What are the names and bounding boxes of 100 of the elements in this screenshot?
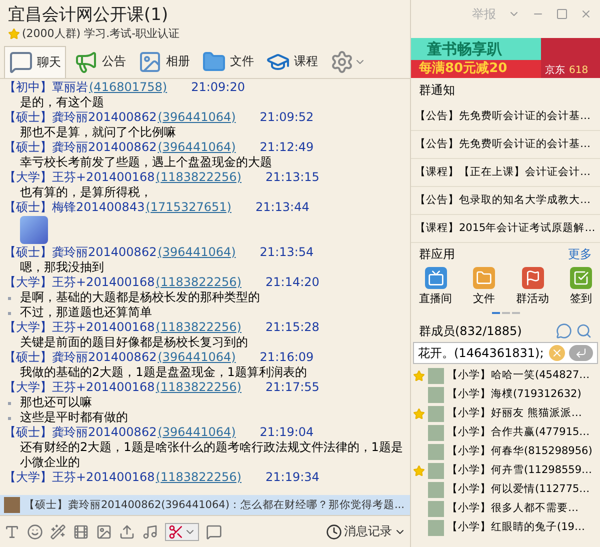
avatar-placeholder [428,500,444,516]
qq-number-link[interactable]: (396441064) [158,350,236,365]
message-text: 也有算的，是算所得税， [20,185,152,200]
member-item[interactable]: 【小学】好丽友 熊猫派派… [411,404,600,423]
tab[interactable]: 课程 [262,46,322,78]
message-time: 21:12:49 [260,140,314,155]
megaphone-icon [74,50,98,74]
message-text: 那也不是算，就问了个比例嘛 [20,125,176,140]
member-item[interactable]: 【小学】海樸(719312632) [411,385,600,404]
notice-item[interactable]: 【课程】【正在上课】会计证会计… [411,159,600,187]
member-search-field[interactable]: 花开。(1464361831); [413,342,598,364]
message-preview: 【硕士】龚玲丽201400862(396441064)：怎么都在财经哪？那你觉得考题... [24,498,404,512]
qq-number-link[interactable]: (1183822256) [156,470,242,485]
sender-name: 【硕士】龚玲丽201400862 [4,245,157,260]
chat-bubble-icon[interactable] [556,323,572,339]
message-time: 21:09:20 [191,80,245,95]
app-button[interactable]: 签到 [570,267,592,306]
chat-icon [9,50,33,74]
message-time: 21:13:54 [260,245,314,260]
message-time: 21:17:55 [266,380,320,395]
tab[interactable]: 文件 [198,46,258,78]
ad-offer: 每满80元减20 [411,60,541,78]
tab[interactable]: 公告 [70,46,130,78]
sender-name: 【硕士】梅锋201400843 [4,200,145,215]
sender-name: 【大学】王芬+201400168 [4,380,155,395]
member-name: 【小学】红眼睛的兔子(19… [447,520,585,535]
app-button[interactable]: 文件 [473,267,495,306]
clock-icon [326,524,342,540]
qq-number-link[interactable]: (416801758) [89,80,168,95]
avatar-placeholder [428,424,444,440]
qq-number-link[interactable]: (1715327651) [146,200,232,215]
upload-icon[interactable] [119,524,135,540]
message-text: 这些是平时都有做的 [20,410,128,425]
member-item[interactable]: 【小学】何以爱情(112775… [411,480,600,499]
screenshot-button[interactable] [165,522,199,540]
video-icon[interactable] [73,524,89,540]
notice-item[interactable]: 【公告】先免费听会计证的会计基… [411,131,600,159]
qq-number-link[interactable]: (1183822256) [156,170,242,185]
picture-icon [138,50,162,74]
message-text: 还有财经的2大题，1题是啥张什么的题考啥行政法规文件法律的，1题是小微企业的 [20,440,404,470]
group-info: (2000人群) 学习.考试-职业认证 [22,26,180,41]
message-time: 21:19:04 [260,425,314,440]
qq-number-link[interactable]: (396441064) [158,245,236,260]
notice-item[interactable]: 【公告】先免费听会计证的会计基… [411,103,600,131]
search-icon[interactable] [576,323,592,339]
notice-item[interactable]: 【公告】包录取的知名大学成教大… [411,187,600,215]
member-item[interactable]: 【小学】很多人都不需要… [411,499,600,518]
message-text: 我做的基础的2大题，1题是盘盈现金，1题算利润表的 [20,365,307,380]
more-link[interactable]: 更多 [568,247,592,262]
member-name: 【小学】何以爱情(112775… [447,482,590,497]
section-title: 群成员(832/1885) [419,324,522,338]
tab[interactable]: 相册 [134,46,194,78]
message-time: 21:13:44 [255,200,310,215]
qq-number-link[interactable]: (396441064) [158,140,236,155]
member-item[interactable]: 【小学】何卉雪(11298559… [411,461,600,480]
member-name: 【小学】海樸(719312632) [447,387,582,402]
avatar-placeholder [428,444,444,460]
member-name: 【小学】何卉雪(11298559… [447,463,592,478]
wand-icon[interactable] [50,524,66,540]
scissors-icon [168,524,184,540]
chat-icon[interactable] [206,524,222,540]
section-title: 群应用 [419,247,455,262]
font-icon[interactable] [4,524,20,540]
history-button[interactable]: 消息记录 [326,524,406,540]
enter-icon[interactable] [569,345,593,361]
qq-number-link[interactable]: (396441064) [158,110,236,125]
qq-number-link[interactable]: (1183822256) [156,275,242,290]
emoji-icon[interactable] [27,524,43,540]
sender-name: 【硕士】龚玲丽201400862 [4,425,157,440]
message-time: 21:15:28 [266,320,320,335]
member-item[interactable]: 【小学】合作共赢(477915… [411,423,600,442]
member-name: 【小学】好丽友 熊猫派派… [447,406,582,421]
app-button[interactable]: 直播间 [419,267,452,306]
qq-number-link[interactable]: (396441064) [158,425,236,440]
avatar-placeholder [428,368,444,384]
member-item[interactable]: 【小学】何春华(815298956) [411,442,600,461]
ad-banner[interactable]: 童书畅享趴 每满80元减20 京东 618 [411,38,600,78]
window-title: 宜昌会计网公开课(1) [8,4,170,26]
member-item[interactable]: 【小学】哈哈一笑(454827… [411,366,600,385]
qq-number-link[interactable]: (1183822256) [156,320,242,335]
tab[interactable]: 聊天 [4,46,66,78]
image-icon[interactable] [96,524,112,540]
new-message-bar[interactable]: 【硕士】龚玲丽201400862(396441064)：怎么都在财经哪？那你觉得考题... [0,495,410,515]
music-icon[interactable] [142,524,158,540]
close-icon[interactable] [580,8,592,20]
avatar-placeholder [4,497,20,513]
maximize-icon[interactable] [556,8,568,20]
member-name: 【小学】很多人都不需要… [447,501,578,516]
message-text: 幸亏校长考前发了些题，遇上个盘盈现金的大题 [20,155,272,170]
qq-number-link[interactable]: (1183822256) [156,380,242,395]
avatar-placeholder [428,482,444,498]
sticker-icon [20,216,48,244]
sender-name: 【大学】王芬+201400168 [4,470,155,485]
member-item[interactable]: 【小学】红眼睛的兔子(19… [411,518,600,537]
notice-item[interactable]: 【课程】2015年会计证考试原题解… [411,215,600,243]
message-text: 那也还可以嘛 [20,395,92,410]
app-button[interactable]: 群活动 [516,267,549,306]
star-icon [8,28,20,40]
sender-name: 【大学】王芬+201400168 [4,320,155,335]
message-time: 21:14:20 [266,275,320,290]
